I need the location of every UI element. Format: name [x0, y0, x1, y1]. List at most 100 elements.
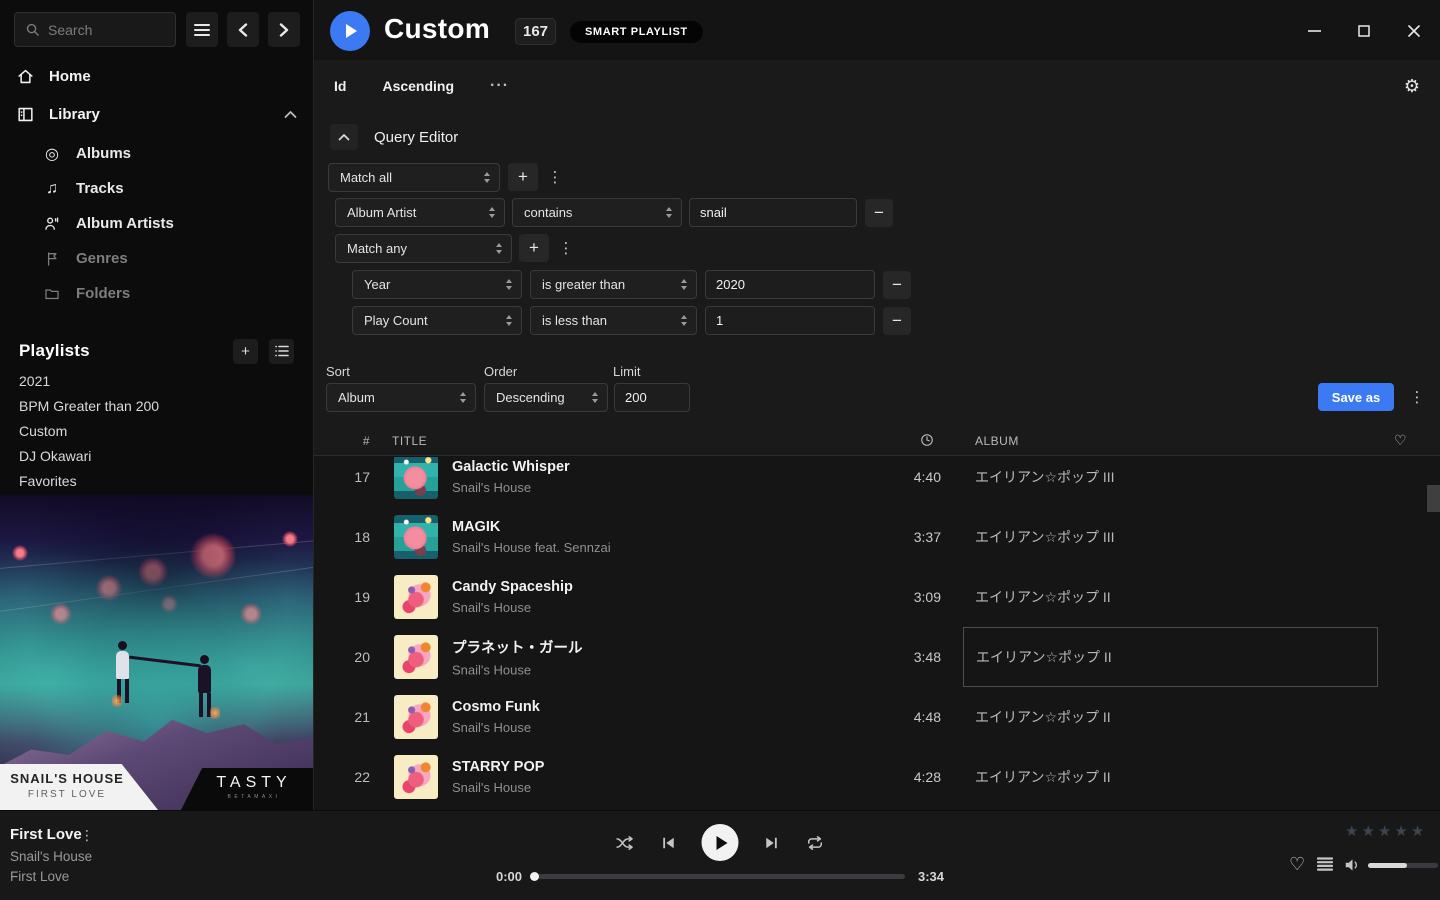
favorite-heart-icon[interactable]: ♡: [1289, 854, 1305, 875]
collapse-query-editor-button[interactable]: [330, 124, 358, 150]
rule-field-select[interactable]: Album Artist: [335, 198, 505, 227]
table-row-selected[interactable]: 20 プラネット・ガールSnail's House 3:48 エイリアン☆ポップ…: [314, 627, 1440, 687]
playlist-item[interactable]: DJ Okawari: [0, 443, 313, 468]
play-playlist-button[interactable]: [330, 11, 370, 51]
playlist-list-icon[interactable]: [269, 339, 294, 364]
sort-select[interactable]: Album: [326, 383, 476, 412]
rule-value-input[interactable]: [705, 270, 875, 299]
next-track-icon[interactable]: [763, 834, 781, 852]
add-rule-button[interactable]: +: [519, 234, 549, 262]
search-input[interactable]: [48, 22, 158, 38]
search-box[interactable]: [14, 12, 176, 47]
maximize-button[interactable]: [1350, 18, 1378, 44]
nav-forward-button[interactable]: [268, 12, 300, 47]
add-playlist-button[interactable]: +: [233, 339, 258, 364]
table-row[interactable]: 22 STARRY POPSnail's House 4:28 エイリアン☆ポッ…: [314, 747, 1440, 807]
star-icon[interactable]: ★: [1411, 822, 1424, 840]
table-row[interactable]: 18 MAGIKSnail's House feat. Sennzai 3:37…: [314, 507, 1440, 567]
track-duration: 4:48: [874, 709, 941, 725]
rule-field-select[interactable]: Play Count: [352, 306, 522, 335]
sort-field-button[interactable]: Id: [334, 78, 346, 94]
select-value: is greater than: [542, 277, 625, 292]
match-mode-select[interactable]: Match any: [335, 234, 512, 263]
playlist-item[interactable]: BPM Greater than 200: [0, 393, 313, 418]
sidebar-item-folders[interactable]: Folders: [0, 276, 313, 311]
remove-rule-button[interactable]: −: [883, 307, 911, 335]
volume-icon[interactable]: [1343, 856, 1362, 874]
seek-bar[interactable]: [535, 874, 905, 879]
select-value: Play Count: [364, 313, 428, 328]
star-icon[interactable]: ★: [1361, 822, 1374, 840]
table-row[interactable]: 17 Galactic WhisperSnail's House 4:40 エイ…: [314, 457, 1440, 507]
shuffle-icon[interactable]: [615, 833, 636, 853]
group-menu-icon[interactable]: ⋮: [557, 234, 575, 262]
album-art-thumbnail: [394, 457, 438, 499]
select-arrows-icon: [489, 207, 495, 218]
playlists-list: 2021 BPM Greater than 200 Custom DJ Okaw…: [0, 368, 313, 493]
label-logo-text: TASTY: [181, 774, 313, 792]
clock-icon[interactable]: [920, 433, 934, 447]
table-header: # TITLE ALBUM ♡: [314, 427, 1440, 456]
track-album: エイリアン☆ポップ II: [963, 687, 1378, 747]
rule-value-input[interactable]: [705, 306, 875, 335]
chevron-up-icon[interactable]: [284, 110, 297, 119]
total-time: 3:34: [918, 869, 944, 884]
star-icon[interactable]: ★: [1394, 822, 1407, 840]
match-mode-select[interactable]: Match all: [328, 163, 500, 192]
playlist-item[interactable]: 2021: [0, 368, 313, 393]
remove-rule-button[interactable]: −: [865, 199, 893, 227]
repeat-icon[interactable]: [805, 833, 826, 853]
column-title[interactable]: TITLE: [392, 434, 427, 448]
rule-field-select[interactable]: Year: [352, 270, 522, 299]
limit-label: Limit: [613, 364, 640, 379]
sidebar-item-genres[interactable]: Genres: [0, 241, 313, 276]
now-playing-album: First Love: [10, 869, 69, 884]
sidebar-item-library[interactable]: Library: [0, 100, 313, 128]
queue-icon[interactable]: [1317, 857, 1333, 871]
play-button[interactable]: [702, 824, 739, 861]
track-album: エイリアン☆ポップ II: [963, 567, 1378, 627]
nav-back-button[interactable]: [227, 12, 259, 47]
scrollbar-thumb[interactable]: [1427, 485, 1440, 512]
rule-value-input[interactable]: [689, 198, 857, 227]
playlist-item[interactable]: Custom: [0, 418, 313, 443]
track-menu-icon[interactable]: ⋮: [80, 827, 94, 844]
add-rule-button[interactable]: +: [508, 163, 538, 191]
star-icon[interactable]: ★: [1345, 822, 1358, 840]
playlist-item[interactable]: Favorites: [0, 468, 313, 493]
rule-operator-select[interactable]: is greater than: [530, 270, 697, 299]
column-index[interactable]: #: [314, 434, 370, 448]
more-columns-button[interactable]: ···: [490, 77, 509, 95]
select-arrows-icon: [460, 392, 466, 403]
remove-rule-button[interactable]: −: [883, 271, 911, 299]
table-row[interactable]: 19 Candy SpaceshipSnail's House 3:09 エイリ…: [314, 567, 1440, 627]
heart-column-icon[interactable]: ♡: [1394, 432, 1407, 449]
table-row[interactable]: 21 Cosmo FunkSnail's House 4:48 エイリアン☆ポッ…: [314, 687, 1440, 747]
rule-operator-select[interactable]: is less than: [530, 306, 697, 335]
save-as-button[interactable]: Save as: [1318, 383, 1394, 411]
select-arrows-icon: [506, 315, 512, 326]
seek-thumb[interactable]: [530, 872, 539, 881]
sidebar-item-albums[interactable]: ◎ Albums: [0, 136, 313, 171]
star-icon[interactable]: ★: [1378, 822, 1391, 840]
gear-icon[interactable]: ⚙: [1404, 76, 1420, 97]
close-button[interactable]: [1400, 18, 1428, 44]
volume-slider[interactable]: [1368, 863, 1438, 868]
sidebar-item-tracks[interactable]: ♫ Tracks: [0, 171, 313, 206]
rule-operator-select[interactable]: contains: [512, 198, 682, 227]
sort-direction-button[interactable]: Ascending: [382, 78, 454, 94]
window-controls: [1300, 18, 1428, 44]
previous-track-icon[interactable]: [660, 834, 678, 852]
sidebar-item-album-artists[interactable]: Album Artists: [0, 206, 313, 241]
limit-input[interactable]: [614, 383, 690, 412]
order-select[interactable]: Descending: [484, 383, 608, 412]
select-arrows-icon: [484, 172, 490, 183]
menu-button[interactable]: [186, 12, 218, 47]
column-album[interactable]: ALBUM: [975, 434, 1019, 448]
save-menu-icon[interactable]: ⋮: [1408, 383, 1426, 411]
sidebar-item-home[interactable]: Home: [0, 62, 313, 90]
minimize-button[interactable]: [1300, 18, 1328, 44]
track-album-focused-cell[interactable]: エイリアン☆ポップ II: [963, 627, 1378, 687]
group-menu-icon[interactable]: ⋮: [546, 163, 564, 191]
track-artist: Snail's House: [452, 663, 583, 678]
